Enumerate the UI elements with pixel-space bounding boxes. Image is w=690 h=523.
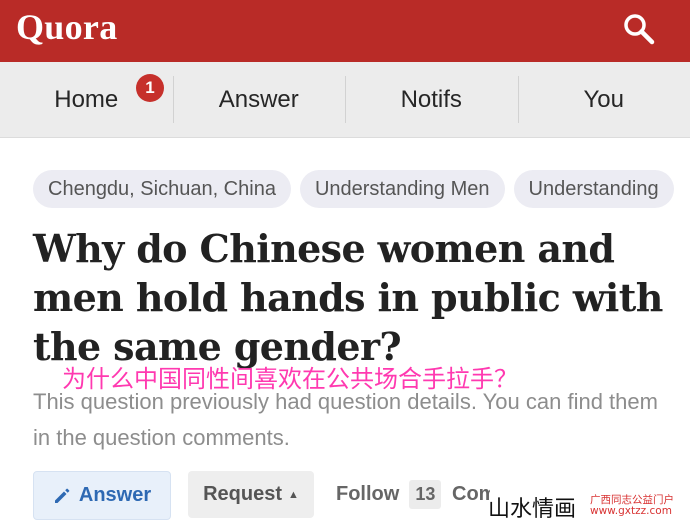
topic-chip[interactable]: Chengdu, Sichuan, China xyxy=(33,170,291,208)
follow-label: Follow xyxy=(336,483,399,506)
caret-up-icon: ▲ xyxy=(288,489,299,501)
notification-badge: 1 xyxy=(136,74,164,102)
nav-answer-label: Answer xyxy=(219,86,299,114)
nav-home[interactable]: Home 1 xyxy=(0,62,173,137)
follow-button[interactable]: Follow 13 xyxy=(336,471,441,518)
pencil-icon xyxy=(53,487,71,505)
nav-you[interactable]: You xyxy=(518,62,690,137)
nav-notifs[interactable]: Notifs xyxy=(345,62,518,137)
request-button-label: Request xyxy=(203,483,282,506)
request-button[interactable]: Request ▲ xyxy=(188,471,314,518)
topic-chip[interactable]: Understanding xyxy=(514,170,674,208)
quora-logo[interactable]: Quora xyxy=(16,6,118,48)
nav-home-label: Home xyxy=(54,86,118,114)
answer-button[interactable]: Answer xyxy=(33,471,171,520)
question-title[interactable]: Why do Chinese women and men hold hands … xyxy=(33,224,673,371)
question-details-note: This question previously had question de… xyxy=(33,384,673,456)
answer-button-label: Answer xyxy=(79,484,151,507)
nav-notifs-label: Notifs xyxy=(401,86,462,114)
main-nav: Home 1 Answer Notifs You xyxy=(0,62,690,138)
search-icon xyxy=(622,12,656,46)
watermark-url: www.gxtzz.com xyxy=(590,505,672,517)
topic-chip[interactable]: Understanding Men xyxy=(300,170,505,208)
nav-you-label: You xyxy=(584,86,625,114)
search-button[interactable] xyxy=(620,10,658,48)
watermark-text: 山水情画 xyxy=(488,491,576,523)
follow-count: 13 xyxy=(409,480,441,509)
topic-chips: Chengdu, Sichuan, China Understanding Me… xyxy=(33,170,674,208)
top-bar: Quora xyxy=(0,0,690,62)
nav-answer[interactable]: Answer xyxy=(173,62,346,137)
